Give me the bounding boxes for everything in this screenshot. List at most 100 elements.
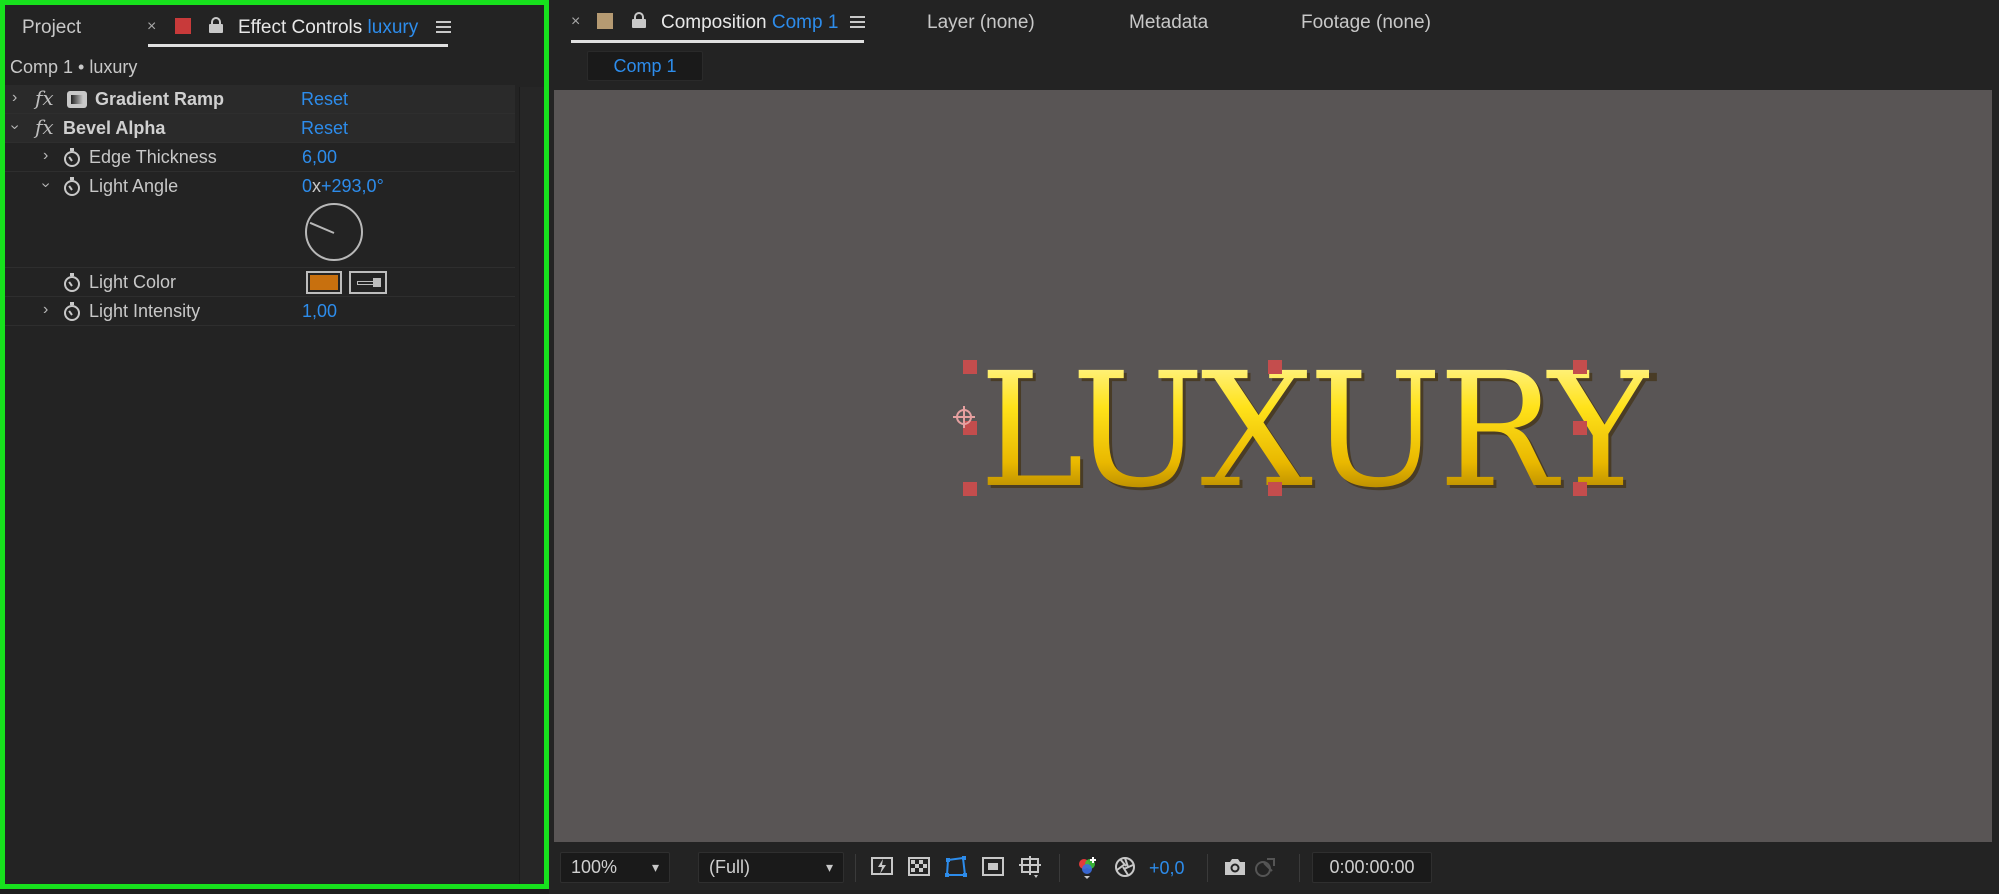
tab-composition-label: Composition [661, 12, 767, 33]
transform-handle-top-center[interactable] [1268, 360, 1282, 374]
exposure-value[interactable]: +0,0 [1149, 858, 1185, 879]
chevron-down-icon: ▾ [825, 859, 833, 875]
zoom-value: 100% [571, 857, 618, 877]
resolution-dropdown[interactable]: (Full) ▾ [698, 852, 844, 883]
color-channels-icon[interactable] [1075, 855, 1101, 879]
property-row-light-angle-dial [5, 201, 515, 268]
composition-subtab-bar: Comp 1 [549, 44, 1999, 88]
stopwatch-icon[interactable] [63, 148, 81, 167]
effect-row-bevel-alpha[interactable]: › fx Bevel Alpha Reset [5, 114, 515, 143]
resolution-value: (Full) [709, 857, 750, 877]
label-color-swatch[interactable] [597, 13, 613, 29]
mask-path-icon[interactable] [943, 855, 969, 879]
breadcrumb: Comp 1 • luxury [10, 57, 138, 77]
transform-handle-bottom-right[interactable] [1573, 482, 1587, 496]
tab-project[interactable]: Project [22, 17, 81, 39]
anchor-point-icon[interactable] [953, 406, 975, 428]
tab-effect-controls-label: Effect Controls [238, 17, 363, 38]
close-icon[interactable]: × [571, 13, 580, 31]
angle-degrees: +293,0° [321, 176, 384, 196]
chevron-right-icon[interactable]: › [43, 147, 48, 165]
panel-menu-icon[interactable] [850, 16, 865, 28]
tab-footage-label: Footage [1301, 12, 1371, 33]
chevron-right-icon[interactable]: › [43, 301, 48, 319]
fx-icon[interactable]: fx [35, 86, 54, 110]
scrollbar[interactable] [519, 87, 544, 884]
transform-handle-bottom-center[interactable] [1268, 482, 1282, 496]
stopwatch-icon[interactable] [63, 273, 81, 292]
stopwatch-icon[interactable] [63, 302, 81, 321]
angle-revolutions: 0 [302, 176, 313, 196]
angle-dial-needle [309, 221, 335, 234]
active-tab-underline [148, 44, 448, 47]
light-color-swatch[interactable] [306, 271, 342, 294]
show-snapshot-icon[interactable] [1252, 855, 1278, 879]
transform-handle-right-middle[interactable] [1573, 421, 1587, 435]
zoom-dropdown[interactable]: 100% ▾ [560, 852, 670, 883]
transparency-grid-icon[interactable] [906, 855, 932, 879]
reset-exposure-icon[interactable] [1112, 855, 1138, 879]
light-intensity-value[interactable]: 1,00 [302, 301, 337, 322]
reset-button[interactable]: Reset [301, 118, 348, 139]
fast-preview-icon[interactable] [869, 855, 895, 879]
reset-button[interactable]: Reset [301, 89, 348, 110]
left-tab-bar: Project × Effect Controls luxury [5, 5, 544, 47]
transform-handle-top-right[interactable] [1573, 360, 1587, 374]
effect-name: Gradient Ramp [95, 89, 225, 109]
property-label: Edge Thickness [89, 147, 217, 167]
property-row-edge-thickness: › Edge Thickness 6,00 [5, 143, 515, 172]
toolbar-separator [1207, 854, 1208, 882]
property-label: Light Angle [89, 176, 179, 196]
composition-viewer[interactable]: LUXURY LUXURY [554, 90, 1992, 842]
tab-composition[interactable]: Composition Comp 1 [661, 12, 838, 34]
comp-subtab[interactable]: Comp 1 [587, 51, 703, 81]
edge-thickness-value[interactable]: 6,00 [302, 147, 337, 168]
tab-composition-name: Comp 1 [771, 12, 839, 33]
effect-name: Bevel Alpha [63, 118, 166, 138]
effect-controls-panel: Project × Effect Controls luxury Comp 1 … [0, 0, 549, 889]
tab-layer[interactable]: Layer (none) [927, 12, 1035, 34]
composition-panel: × Composition Comp 1 Layer (none) Metada… [549, 0, 1999, 894]
panel-menu-icon[interactable] [436, 21, 451, 33]
chevron-right-icon[interactable]: › [12, 89, 17, 107]
effects-list: › fx Gradient Ramp Reset › fx Bevel Alph… [5, 85, 515, 326]
effect-row-gradient-ramp[interactable]: › fx Gradient Ramp Reset [5, 85, 515, 114]
tab-footage-value: (none) [1376, 12, 1431, 33]
transform-handle-bottom-left[interactable] [963, 482, 977, 496]
gradient-ramp-icon [67, 91, 87, 108]
tab-layer-label: Layer [927, 12, 975, 33]
luxury-text-layer[interactable]: LUXURY [979, 352, 1652, 510]
property-row-light-color: Light Color [5, 268, 515, 297]
guides-icon[interactable] [1017, 855, 1043, 879]
chevron-down-icon[interactable]: › [6, 124, 24, 129]
property-label: Light Color [89, 272, 177, 292]
light-angle-value[interactable]: 0x+293,0° [302, 176, 384, 197]
tab-layer-value: (none) [979, 12, 1035, 33]
snapshot-icon[interactable] [1222, 855, 1248, 879]
viewer-toolbar: 100% ▾ (Full) ▾ +0,0 0:00:00:00 [549, 848, 1999, 888]
lock-icon[interactable] [209, 17, 223, 33]
label-color-swatch[interactable] [175, 18, 191, 34]
chevron-down-icon[interactable]: › [37, 182, 55, 187]
region-of-interest-icon[interactable] [980, 855, 1006, 879]
tab-effect-controls[interactable]: Effect Controls luxury [238, 17, 418, 39]
tab-metadata[interactable]: Metadata [1129, 12, 1208, 34]
lock-icon[interactable] [632, 12, 646, 28]
active-tab-underline [571, 40, 864, 43]
fx-icon[interactable]: fx [35, 115, 54, 139]
eyedropper-icon[interactable] [349, 271, 387, 294]
toolbar-separator [1059, 854, 1060, 882]
close-icon[interactable]: × [147, 18, 156, 36]
right-tab-bar: × Composition Comp 1 Layer (none) Metada… [549, 0, 1999, 44]
tab-footage[interactable]: Footage (none) [1301, 12, 1431, 34]
angle-dial[interactable] [305, 203, 363, 261]
stopwatch-icon[interactable] [63, 177, 81, 196]
chevron-down-icon: ▾ [651, 859, 659, 875]
property-label: Light Intensity [89, 301, 201, 321]
light-color-fill [310, 275, 338, 290]
toolbar-separator [1299, 854, 1300, 882]
current-time-display[interactable]: 0:00:00:00 [1312, 852, 1432, 883]
transform-handle-top-left[interactable] [963, 360, 977, 374]
tab-effect-controls-layer: luxury [367, 17, 419, 38]
property-row-light-intensity: › Light Intensity 1,00 [5, 297, 515, 326]
